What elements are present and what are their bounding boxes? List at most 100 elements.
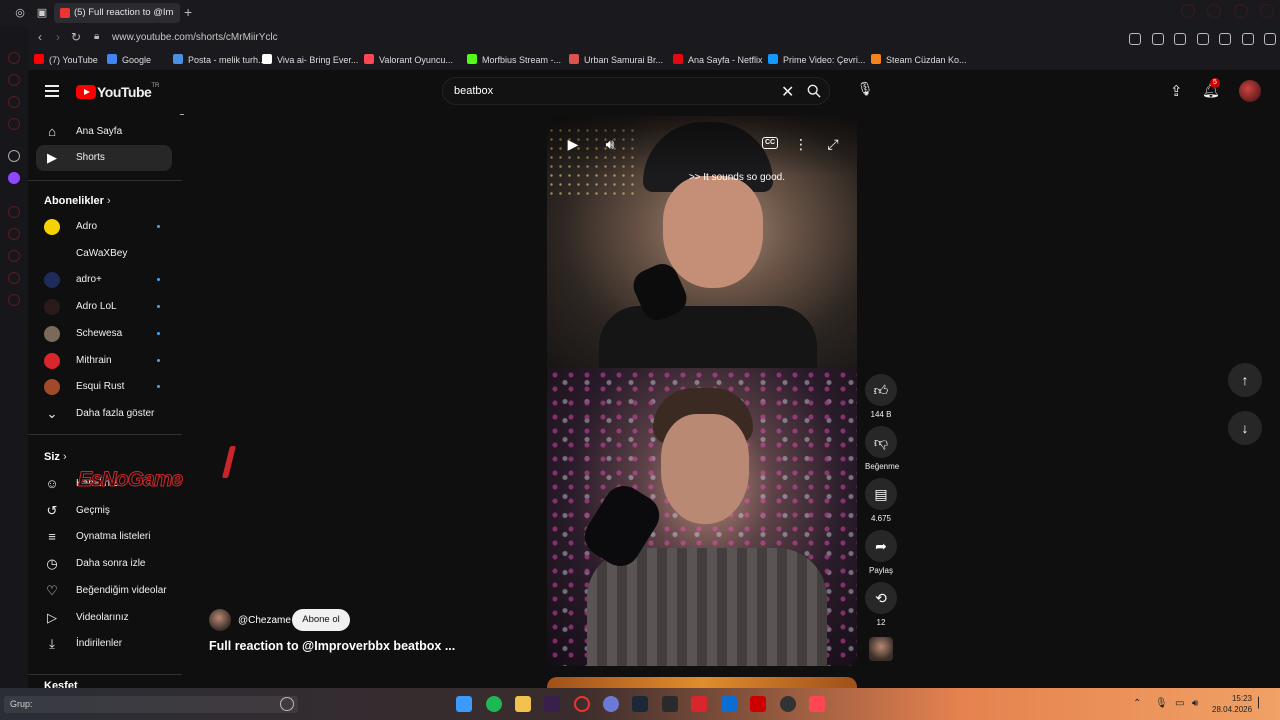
- sidebar-item-playlists[interactable]: ≡ Oynatma listeleri: [36, 524, 172, 550]
- start-icon[interactable]: [456, 696, 472, 712]
- file-explorer-icon[interactable]: [515, 696, 531, 712]
- volume-icon[interactable]: 🔊︎: [600, 134, 620, 154]
- bookmark-item[interactable]: Posta - melik turh...: [173, 54, 266, 65]
- sidebar-item-watch-later[interactable]: ◷ Daha sonra izle: [36, 551, 172, 577]
- sidebar-dot-icon[interactable]: [8, 74, 20, 86]
- subscriptions-heading[interactable]: Abonelikler ›: [44, 195, 111, 207]
- subscription-item[interactable]: adro+: [36, 267, 172, 293]
- outlook-icon[interactable]: [721, 696, 737, 712]
- channel-avatar[interactable]: [209, 609, 231, 631]
- search-tabs-icon[interactable]: [1180, 4, 1195, 18]
- tray-chevron-icon[interactable]: ⌃: [1133, 698, 1141, 709]
- comment-icon[interactable]: ▤: [865, 478, 897, 510]
- video-title[interactable]: Full reaction to @Improverbbx beatbox ..…: [209, 639, 455, 653]
- share-action[interactable]: ➦ Paylaş: [865, 530, 897, 575]
- bookmark-item[interactable]: (7) YouTube: [34, 54, 98, 65]
- app-icon[interactable]: [691, 696, 707, 712]
- subscription-item[interactable]: Mithrain: [36, 348, 172, 374]
- network-icon[interactable]: ▭: [1175, 698, 1184, 709]
- menu-icon[interactable]: [45, 85, 59, 97]
- previous-short-button[interactable]: ↑: [1228, 363, 1262, 397]
- clock[interactable]: 15:23 28.04.2026: [1212, 693, 1252, 715]
- remix-action[interactable]: ⟲ 12: [865, 582, 897, 627]
- sound-avatar[interactable]: [869, 637, 893, 661]
- voice-search-icon[interactable]: 🎙︎: [854, 81, 876, 103]
- url-field[interactable]: www.youtube.com/shorts/cMrMiirYclc: [112, 32, 278, 43]
- twitch-icon[interactable]: [8, 172, 20, 184]
- forward-icon[interactable]: ›: [50, 30, 66, 44]
- taskbar-search[interactable]: Grup:: [4, 696, 298, 713]
- volume-tray-icon[interactable]: 🔊︎: [1192, 698, 1198, 709]
- bookmark-item[interactable]: Prime Video: Çevri...: [768, 54, 865, 65]
- valorant-icon[interactable]: [809, 696, 825, 712]
- bookmark-item[interactable]: Urban Samurai Br...: [569, 54, 663, 65]
- dislike-action[interactable]: 👎︎ Beğenme: [865, 426, 899, 471]
- scroll-up-icon[interactable]: ▲: [178, 114, 184, 117]
- reload-icon[interactable]: ↻: [68, 30, 84, 44]
- search-box[interactable]: beatbox ✕: [442, 77, 830, 105]
- shield-icon[interactable]: [1174, 32, 1187, 45]
- subscription-item[interactable]: Adro: [36, 214, 172, 240]
- subscription-item[interactable]: Schewesa: [36, 321, 172, 347]
- amd-icon[interactable]: [750, 696, 766, 712]
- sidebar-item-your-videos[interactable]: ▷ Videolarınız: [36, 605, 172, 631]
- taskbar-search-icon[interactable]: [280, 697, 294, 711]
- snapshot-icon[interactable]: [1151, 32, 1164, 45]
- subscription-item[interactable]: CaWaXBey: [36, 241, 172, 267]
- captions-icon[interactable]: CC: [762, 137, 779, 149]
- sidebar-dot-icon[interactable]: [8, 52, 20, 64]
- sidebar-dot-icon[interactable]: [8, 272, 20, 284]
- subscribe-button[interactable]: Abone ol: [292, 609, 350, 631]
- you-heading[interactable]: Siz ›: [44, 451, 67, 463]
- epic-games-icon[interactable]: [662, 696, 678, 712]
- sidebar-dot-icon[interactable]: [8, 96, 20, 108]
- notification-center-icon[interactable]: ▏: [1258, 698, 1266, 709]
- sidebar-item-shorts[interactable]: ▶ Shorts: [36, 145, 172, 171]
- sidebar-item-history[interactable]: ↺ Geçmiş: [36, 498, 172, 524]
- download-icon[interactable]: [1241, 32, 1254, 45]
- bookmark-item[interactable]: Ana Sayfa - Netflix: [673, 54, 763, 65]
- play-icon[interactable]: ▶: [563, 134, 583, 154]
- mic-tray-icon[interactable]: 🎙︎: [1155, 698, 1168, 709]
- share-icon[interactable]: ➦: [865, 530, 897, 562]
- clear-search-icon[interactable]: ✕: [781, 82, 794, 102]
- like-action[interactable]: 👍︎ 144 B: [865, 374, 897, 419]
- short-video-player[interactable]: ▶ 🔊︎ CC ⋮ ⤢ >> It sounds so good.: [547, 116, 857, 666]
- app-icon[interactable]: [603, 696, 619, 712]
- opera-menu-icon[interactable]: ◎: [12, 5, 28, 21]
- bookmark-item[interactable]: Google: [107, 54, 151, 65]
- easy-setup-icon[interactable]: [1264, 32, 1276, 45]
- comments-action[interactable]: ▤ 4.675: [865, 478, 897, 523]
- thumbs-down-icon[interactable]: 👎︎: [865, 426, 897, 458]
- search-input[interactable]: beatbox: [454, 85, 493, 97]
- tab-youtube[interactable]: (5) Full reaction to @Improverbbx beatbo…: [54, 3, 180, 23]
- upload-icon[interactable]: ⇪: [1170, 82, 1183, 100]
- sidebar-dot-icon[interactable]: [8, 250, 20, 262]
- avatar[interactable]: [1239, 80, 1261, 102]
- sidebar-dot-icon[interactable]: [8, 294, 20, 306]
- bookmark-item[interactable]: Valorant Oyuncu...: [364, 54, 453, 65]
- extension-icon[interactable]: [1129, 32, 1142, 45]
- spotify-icon[interactable]: [486, 696, 502, 712]
- close-icon[interactable]: [1260, 4, 1274, 18]
- sidebar-dot-icon[interactable]: [8, 206, 20, 218]
- sidebar-dot-icon[interactable]: [8, 118, 20, 130]
- next-short-button[interactable]: ↓: [1228, 411, 1262, 445]
- subscription-item[interactable]: Esqui Rust: [36, 374, 172, 400]
- tab-list-icon[interactable]: ▣: [34, 5, 50, 21]
- steam-icon[interactable]: [632, 696, 648, 712]
- player-icon[interactable]: [1196, 32, 1209, 45]
- heart-icon[interactable]: [1219, 32, 1232, 45]
- thumbs-up-icon[interactable]: 👍︎: [865, 374, 897, 406]
- back-icon[interactable]: ‹: [32, 30, 48, 44]
- show-more-button[interactable]: ⌄ Daha fazla göster: [36, 401, 172, 427]
- more-options-icon[interactable]: ⋮: [791, 134, 811, 154]
- opera-icon[interactable]: [574, 696, 590, 712]
- bookmark-item[interactable]: Morfbius Stream -...: [467, 54, 561, 65]
- bookmark-item[interactable]: Viva ai- Bring Ever...: [262, 54, 358, 65]
- new-tab-button[interactable]: +: [184, 4, 192, 20]
- app-icon[interactable]: [544, 696, 560, 712]
- notifications-icon[interactable]: 🔔︎ 5: [1202, 78, 1220, 99]
- fullscreen-icon[interactable]: ⤢: [823, 134, 843, 154]
- channel-name[interactable]: @Chezame: [238, 615, 291, 626]
